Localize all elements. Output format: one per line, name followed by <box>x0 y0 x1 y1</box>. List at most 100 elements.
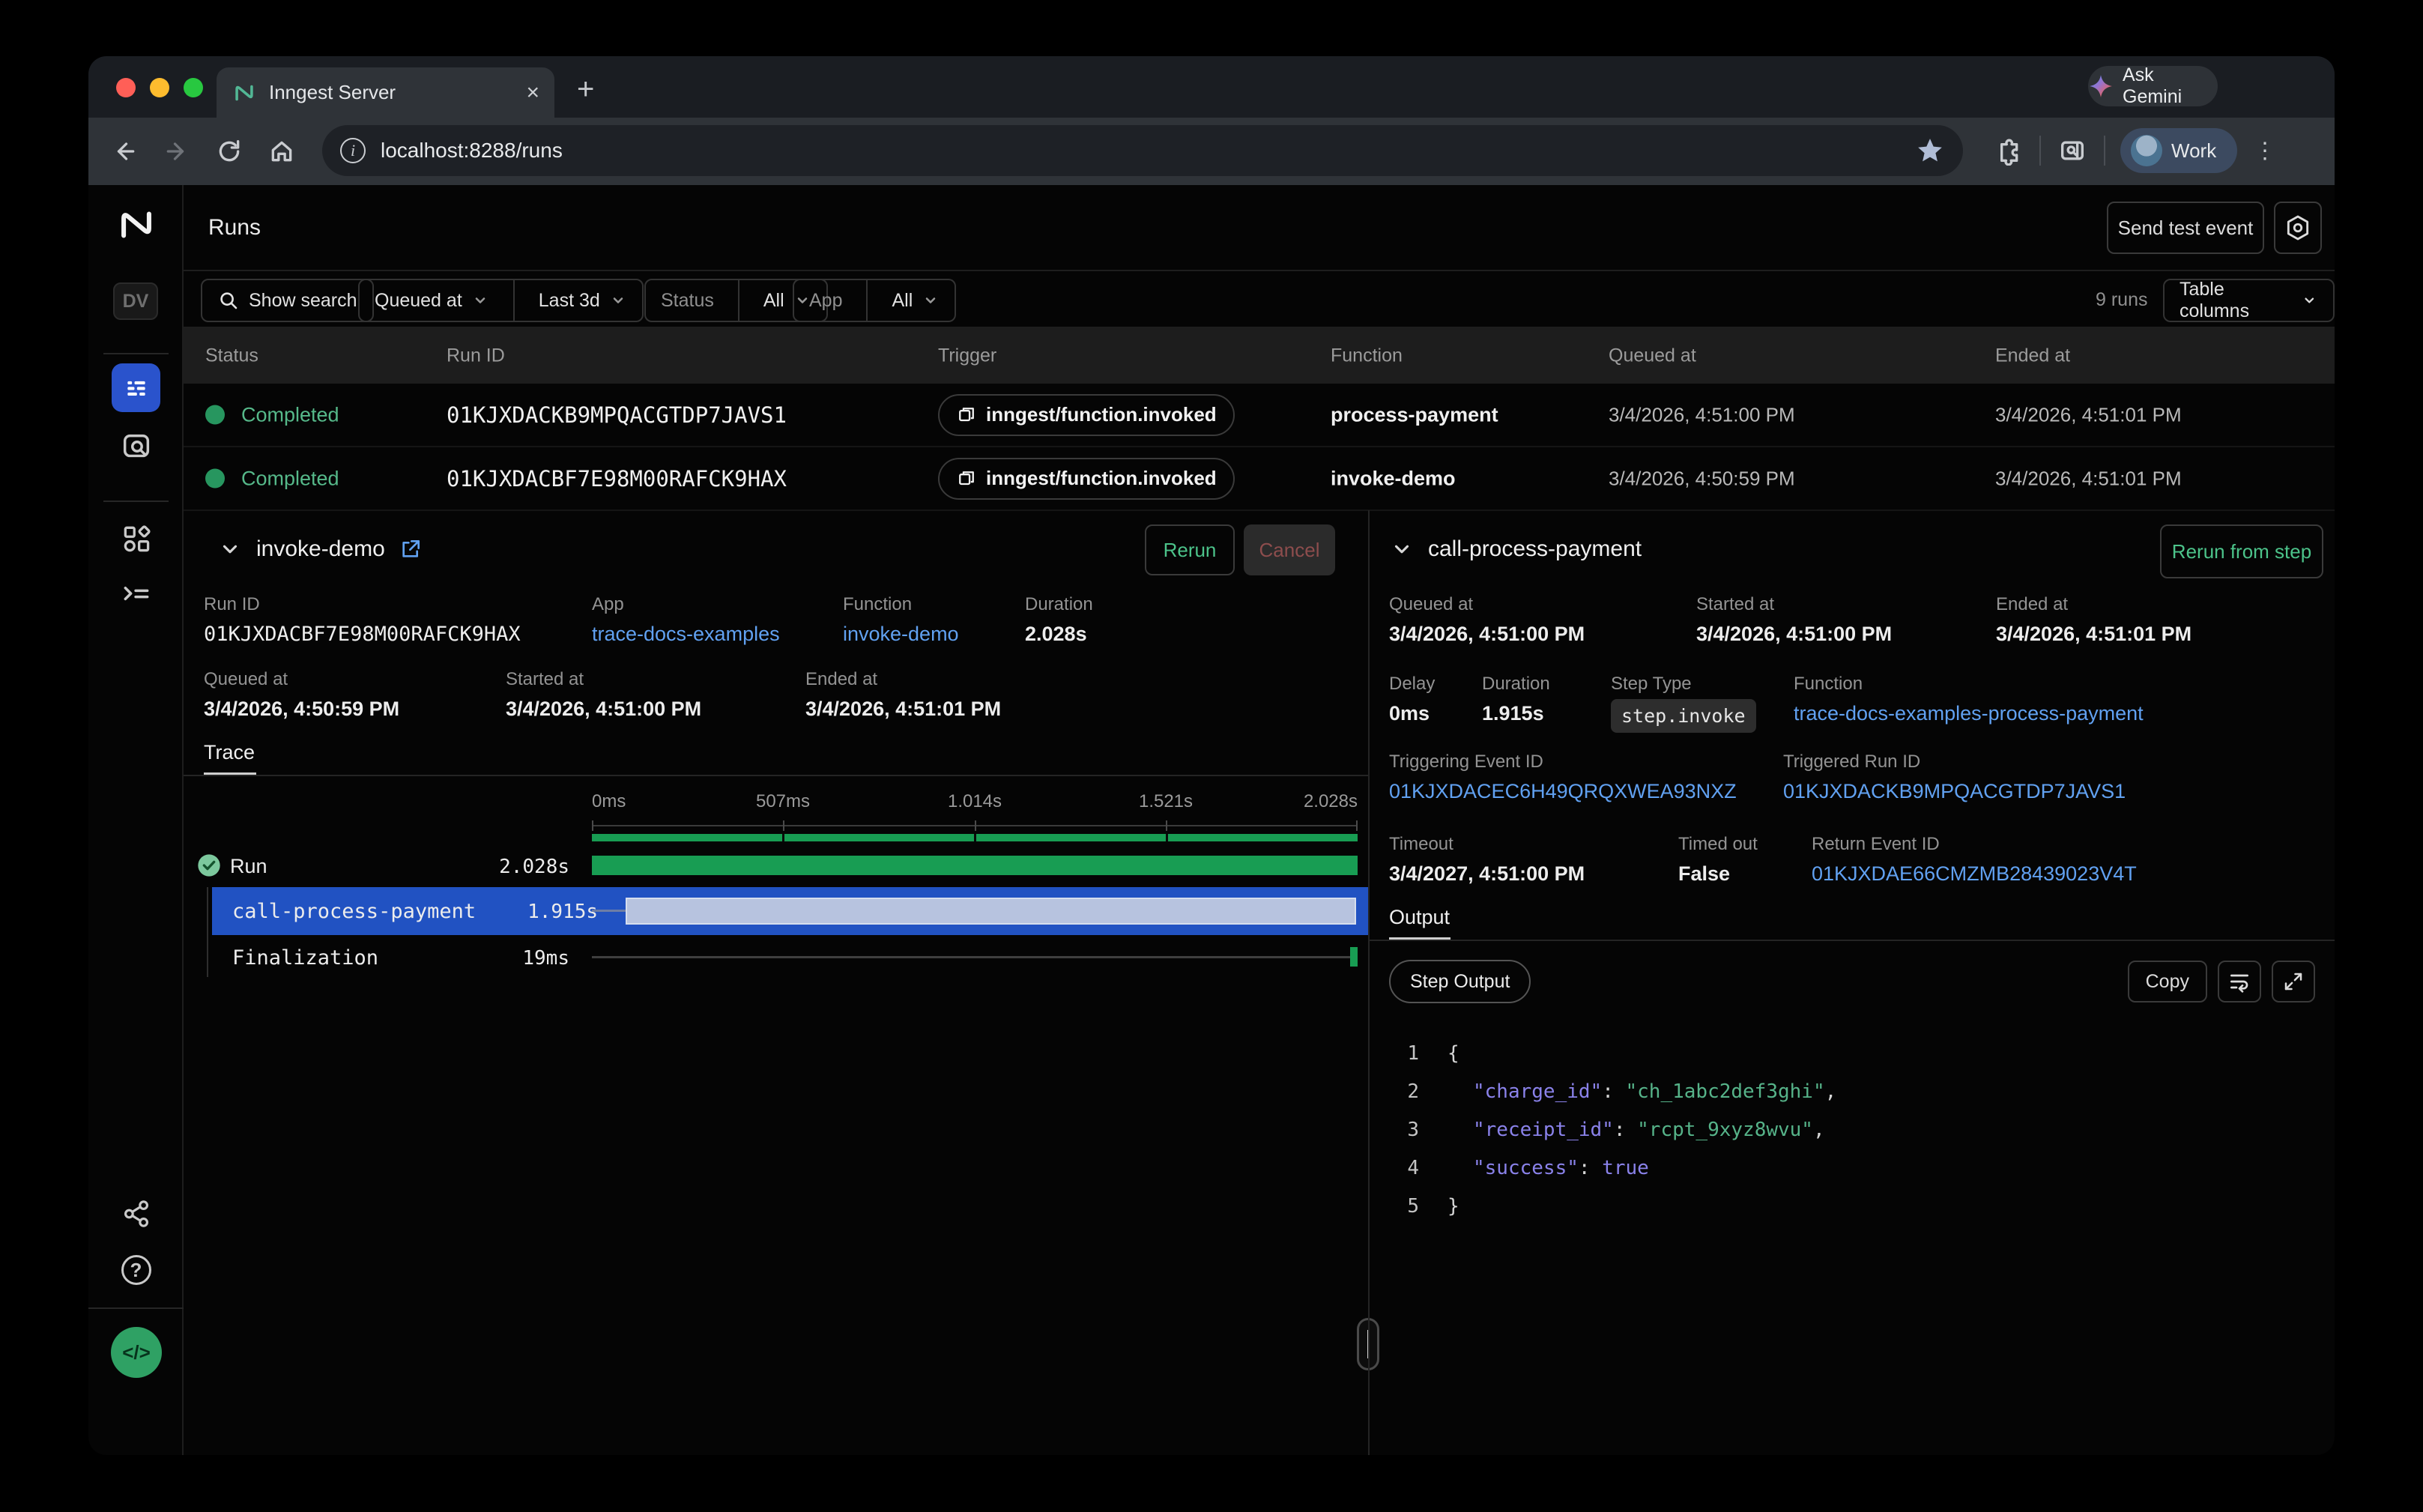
page-header: Runs Send test event <box>184 185 2335 271</box>
triggering-event-id-link[interactable]: 01KJXDACEC6H49QRQXWEA93NXZ <box>1389 780 1737 803</box>
trace-row-run[interactable]: Run 2.028s <box>184 847 1368 885</box>
status-filter-label-cell: Status <box>646 280 729 321</box>
timeout-field: Timeout 3/4/2027, 4:51:00 PM <box>1389 834 1585 886</box>
time-filter-group: Queued at Last 3d <box>358 279 644 322</box>
filter-separator <box>866 279 868 321</box>
run-span-bar <box>592 856 1358 875</box>
triggering-event-id-field: Triggering Event ID 01KJXDACEC6H49QRQXWE… <box>1389 752 1737 803</box>
trace-row-finalization[interactable]: Finalization 19ms <box>184 939 1368 976</box>
function-cell[interactable]: process-payment <box>1331 403 1498 426</box>
time-range-dropdown[interactable]: Last 3d <box>524 280 642 321</box>
copy-button[interactable]: Copy <box>2128 961 2207 1003</box>
sidebar-item-runs[interactable] <box>112 363 160 412</box>
url-bar[interactable]: i localhost:8288/runs <box>322 125 1963 176</box>
profile-chip[interactable]: Work <box>2120 128 2237 173</box>
show-search-button[interactable]: Show search <box>201 279 374 322</box>
chevron-down-icon <box>471 291 489 309</box>
function-link[interactable]: invoke-demo <box>843 623 959 646</box>
ask-gemini-button[interactable]: Ask Gemini <box>2088 66 2218 106</box>
timeline-minimap[interactable] <box>592 834 1358 841</box>
queued-at-cell: 3/4/2026, 4:51:00 PM <box>1609 403 1795 426</box>
back-icon[interactable] <box>108 135 141 168</box>
word-wrap-button[interactable] <box>2218 961 2261 1003</box>
external-link-icon[interactable] <box>399 537 423 561</box>
inngest-app: DV ? </> Runs <box>88 185 2335 1455</box>
browser-toolbar: i localhost:8288/runs Work ⋮ <box>88 118 2335 185</box>
env-badge: DV <box>113 282 158 320</box>
step-output-toggle[interactable]: Step Output <box>1389 960 1531 1003</box>
axis-tick-label: 1.014s <box>948 791 1002 812</box>
zoom-window-button[interactable] <box>184 78 203 97</box>
run-id-cell[interactable]: 01KJXDACKB9MPQACGTDP7JAVS1 <box>447 402 787 428</box>
bookmark-star-icon[interactable] <box>1915 136 1945 166</box>
sidebar-item-dev-server[interactable] <box>88 578 184 611</box>
triggered-run-id-field: Triggered Run ID 01KJXDACKB9MPQACGTDP7JA… <box>1783 752 2126 803</box>
page-title: Runs <box>208 215 261 241</box>
run-id-cell[interactable]: 01KJXDACBF7E98M00RAFCK9HAX <box>447 466 787 492</box>
trigger-pill[interactable]: inngest/function.invoked <box>938 458 1235 500</box>
col-run-id: Run ID <box>447 345 505 367</box>
home-icon[interactable] <box>265 135 298 168</box>
trigger-pill[interactable]: inngest/function.invoked <box>938 394 1235 436</box>
new-tab-button[interactable]: + <box>577 73 594 106</box>
trace-row-call-process-payment[interactable]: call-process-payment 1.915s <box>212 887 1368 935</box>
triggered-run-id-link[interactable]: 01KJXDACKB9MPQACGTDP7JAVS1 <box>1783 780 2126 803</box>
collapse-chevron-icon[interactable] <box>219 538 241 560</box>
side-panel-search-icon[interactable] <box>2056 134 2089 167</box>
cancel-button[interactable]: Cancel <box>1244 524 1335 575</box>
run-id-field: Run ID 01KJXDACBF7E98M00RAFCK9HAX <box>204 594 521 646</box>
delay-field: Delay 0ms <box>1389 674 1435 725</box>
share-icon[interactable] <box>88 1198 184 1230</box>
function-link[interactable]: trace-docs-examples-process-payment <box>1794 702 2144 725</box>
minimize-window-button[interactable] <box>150 78 169 97</box>
avatar <box>2131 135 2162 166</box>
dev-tools-button[interactable]: </> <box>111 1327 162 1378</box>
forward-icon[interactable] <box>160 135 193 168</box>
app-field: App trace-docs-examples <box>592 594 780 646</box>
function-cell[interactable]: invoke-demo <box>1331 467 1456 490</box>
code-line: 1 { <box>1389 1035 2288 1073</box>
rerun-from-step-button[interactable]: Rerun from step <box>2160 524 2323 578</box>
tab-trace[interactable]: Trace <box>204 741 255 764</box>
sidebar-divider <box>103 353 169 354</box>
return-event-id-link[interactable]: 01KJXDAE66CMZMB28439023V4T <box>1812 862 2137 886</box>
inngest-logo-icon <box>88 203 184 247</box>
app-link[interactable]: trace-docs-examples <box>592 623 780 646</box>
ended-at-field: Ended at 3/4/2026, 4:51:01 PM <box>805 669 1001 721</box>
code-line: 4 "success": true <box>1389 1149 2288 1188</box>
help-icon[interactable]: ? <box>88 1255 184 1285</box>
url-text[interactable]: localhost:8288/runs <box>381 139 563 163</box>
table-columns-button[interactable]: Table columns <box>2163 279 2335 322</box>
code-line: 2 "charge_id": "ch_1abc2def3ghi", <box>1389 1073 2288 1111</box>
filter-separator <box>513 279 515 321</box>
app-filter-dropdown[interactable]: All <box>877 280 955 321</box>
close-window-button[interactable] <box>116 78 136 97</box>
table-row[interactable]: Completed 01KJXDACKB9MPQACGTDP7JAVS1 inn… <box>184 384 2335 447</box>
send-test-event-button[interactable]: Send test event <box>2107 202 2264 254</box>
step-detail-panel: call-process-payment Rerun from step Que… <box>1370 510 2335 1455</box>
sidebar-item-apps[interactable] <box>88 522 184 555</box>
tab-strip: Inngest Server × + Ask Gemini <box>88 56 2335 118</box>
settings-button[interactable] <box>2274 202 2322 254</box>
detail-area: invoke-demo Rerun Cancel Run ID 01KJXDAC… <box>184 510 2335 1455</box>
table-row[interactable]: Completed 01KJXDACBF7E98M00RAFCK9HAX inn… <box>184 447 2335 511</box>
col-trigger: Trigger <box>938 345 996 367</box>
runs-count: 9 runs <box>2096 289 2147 311</box>
collapse-chevron-icon[interactable] <box>1391 538 1413 560</box>
toolbar-divider <box>2039 136 2041 166</box>
extensions-icon[interactable] <box>1991 134 2024 167</box>
reload-icon[interactable] <box>213 135 246 168</box>
browser-menu-icon[interactable]: ⋮ <box>2254 138 2276 164</box>
browser-tab[interactable]: Inngest Server × <box>217 67 554 118</box>
expand-button[interactable] <box>2272 961 2315 1003</box>
tab-close-icon[interactable]: × <box>526 82 539 104</box>
sidebar-item-events[interactable] <box>88 429 184 464</box>
tab-output[interactable]: Output <box>1389 906 1450 929</box>
site-info-icon[interactable]: i <box>340 138 366 163</box>
inngest-favicon-icon <box>232 80 257 106</box>
col-function: Function <box>1331 345 1403 367</box>
rerun-button[interactable]: Rerun <box>1145 524 1235 575</box>
time-field-dropdown[interactable]: Queued at <box>360 280 504 321</box>
step-output-code[interactable]: 1 { 2 "charge_id": "ch_1abc2def3ghi", 3 … <box>1389 1035 2288 1226</box>
ask-gemini-label: Ask Gemini <box>2123 64 2218 108</box>
